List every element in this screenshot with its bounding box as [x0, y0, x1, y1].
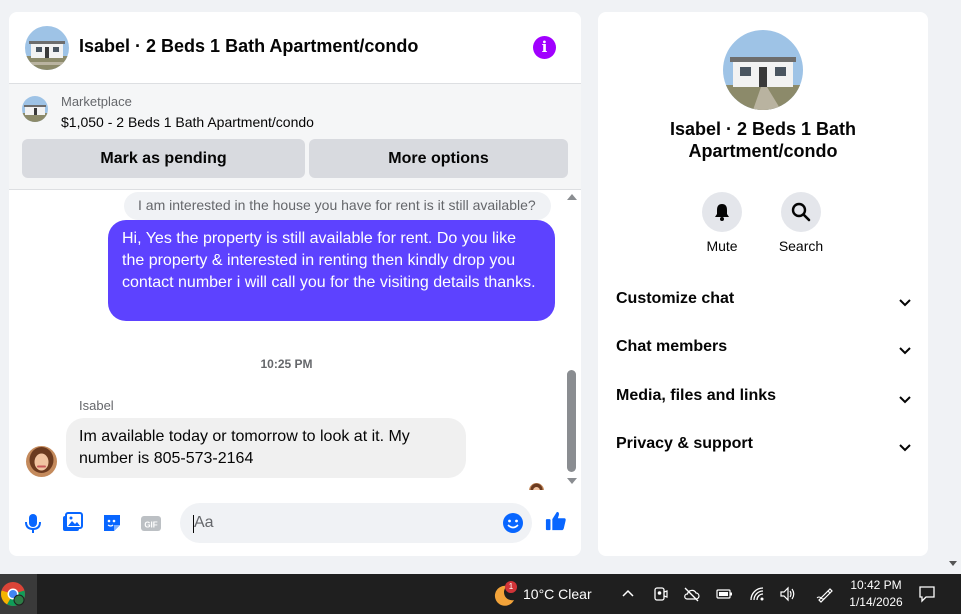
search-icon [791, 202, 811, 222]
chat-members-section[interactable]: Chat members [616, 338, 912, 368]
message-input[interactable]: Aa [180, 503, 532, 543]
media-files-links-section[interactable]: Media, files and links [616, 387, 912, 417]
weather-text[interactable]: 10°C Clear [523, 586, 592, 602]
chrome-taskbar-button[interactable] [0, 574, 37, 614]
search-button[interactable]: Search [769, 192, 833, 254]
sender-avatar[interactable] [26, 446, 57, 477]
pen-input-icon[interactable] [816, 586, 833, 603]
weather-notification-badge: 1 [505, 581, 517, 593]
chevron-down-icon [899, 444, 911, 452]
privacy-support-section[interactable]: Privacy & support [616, 435, 912, 465]
chrome-icon [1, 582, 25, 606]
more-options-button[interactable]: More options [309, 139, 568, 178]
chevron-down-icon [899, 347, 911, 355]
svg-text:GIF: GIF [144, 521, 157, 530]
conversation-info-panel: Isabel · 2 Beds 1 Bath Apartment/condo M… [598, 12, 928, 556]
message-scrollbar[interactable] [565, 190, 579, 490]
privacy-support-label: Privacy & support [616, 435, 753, 452]
message-composer: GIF Aa [9, 500, 581, 546]
search-label: Search [778, 238, 824, 254]
sticker-icon[interactable] [101, 512, 123, 534]
clock-time: 10:42 PM [850, 578, 902, 592]
microphone-icon[interactable] [22, 512, 44, 534]
chat-title[interactable]: Isabel · 2 Beds 1 Bath Apartment/condo [79, 36, 418, 57]
sender-name: Isabel [79, 398, 114, 413]
chat-panel: Isabel · 2 Beds 1 Bath Apartment/condo i… [9, 12, 581, 556]
listing-price-title[interactable]: $1,050 - 2 Beds 1 Bath Apartment/condo [61, 114, 314, 130]
system-clock[interactable]: 10:42 PM 1/14/2026 [846, 577, 906, 611]
page-scroll-down-icon[interactable] [949, 561, 957, 566]
mute-button-circle[interactable] [702, 192, 742, 232]
message-input-placeholder: Aa [194, 514, 214, 531]
conversation-name: Isabel · 2 Beds 1 Bath Apartment/condo [669, 119, 857, 161]
gif-icon[interactable]: GIF [140, 512, 162, 534]
battery-icon[interactable] [716, 586, 733, 602]
notification-center-icon[interactable] [918, 585, 936, 603]
like-thumbs-up-icon[interactable] [545, 510, 567, 532]
emoji-icon[interactable] [502, 512, 524, 534]
message-list[interactable]: I am interested in the house you have fo… [9, 190, 581, 490]
listing-profile-photo[interactable] [723, 30, 803, 110]
mark-as-pending-button[interactable]: Mark as pending [22, 139, 305, 178]
quoted-message[interactable]: I am interested in the house you have fo… [124, 192, 551, 220]
listing-avatar[interactable] [25, 26, 69, 70]
marketplace-banner: Marketplace $1,050 - 2 Beds 1 Bath Apart… [9, 84, 581, 190]
wifi-icon[interactable] [749, 586, 765, 602]
media-files-links-label: Media, files and links [616, 387, 777, 404]
incoming-message[interactable]: Im available today or tomorrow to look a… [66, 418, 466, 478]
windows-taskbar: 1 10°C Clear 10:42 PM 1/14/2026 [0, 574, 961, 614]
scroll-down-arrow-icon[interactable] [567, 478, 577, 484]
bell-icon [715, 204, 729, 221]
photo-icon[interactable] [61, 512, 83, 534]
scroll-up-arrow-icon[interactable] [567, 194, 577, 200]
customize-chat-section[interactable]: Customize chat [616, 290, 912, 320]
listing-thumbnail[interactable] [22, 96, 48, 122]
cloud-offline-icon[interactable] [683, 586, 700, 602]
outgoing-message[interactable]: Hi, Yes the property is still available … [108, 220, 555, 321]
chevron-down-icon [899, 299, 911, 307]
message-timestamp: 10:25 PM [260, 357, 313, 371]
marketplace-label: Marketplace [61, 94, 132, 109]
mute-label: Mute [706, 238, 738, 254]
customize-chat-label: Customize chat [616, 290, 735, 307]
camera-share-icon[interactable] [652, 586, 668, 602]
mute-button[interactable]: Mute [690, 192, 754, 254]
chat-members-label: Chat members [616, 338, 728, 355]
search-button-circle[interactable] [781, 192, 821, 232]
volume-icon[interactable] [779, 586, 796, 602]
chevron-down-icon [899, 396, 911, 404]
chevron-up-icon[interactable] [621, 586, 635, 600]
read-receipt-avatar [529, 483, 544, 490]
chat-header: Isabel · 2 Beds 1 Bath Apartment/condo i [9, 12, 581, 84]
scrollbar-thumb[interactable] [567, 370, 576, 472]
info-icon[interactable]: i [533, 36, 556, 59]
clock-date: 1/14/2026 [849, 595, 903, 609]
